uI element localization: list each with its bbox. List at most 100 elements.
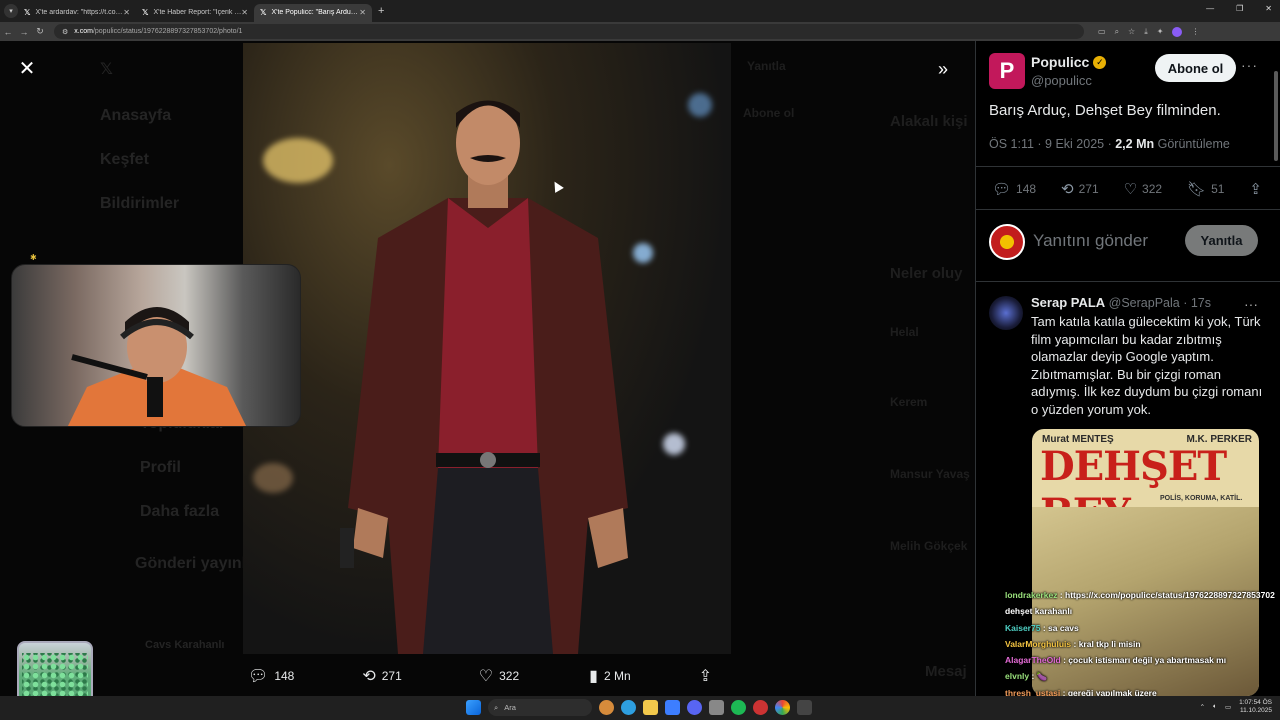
- views-chart-icon: ▮: [589, 668, 598, 685]
- close-icon[interactable]: ✕: [359, 8, 366, 17]
- photo-light: [688, 93, 712, 117]
- share-stat[interactable]: ⇪: [1249, 180, 1262, 198]
- comment-handle: @SerapPala · 17s: [1108, 296, 1211, 310]
- repost-action[interactable]: ⟲ 271: [362, 666, 401, 686]
- follow-button[interactable]: Abone ol: [1155, 54, 1236, 82]
- like-action[interactable]: ♡ 322: [479, 666, 519, 686]
- chat-message: elvnly : 🍆: [1005, 668, 1280, 684]
- verified-badge-icon: ✓: [1093, 55, 1107, 69]
- url-input[interactable]: ⚙ x.com/populicc/status/1976228897327853…: [54, 24, 1084, 39]
- scrollbar[interactable]: [1274, 71, 1278, 161]
- tray-chevron-icon[interactable]: ⌃: [1200, 703, 1205, 711]
- reload-icon[interactable]: ↻: [32, 26, 48, 37]
- bg-messages: Mesaj: [925, 663, 967, 680]
- comment-author[interactable]: Serap PALA: [1031, 295, 1105, 310]
- repost-stat[interactable]: ⟲ 271: [1061, 180, 1099, 198]
- discord-icon[interactable]: [687, 700, 702, 715]
- reply-input[interactable]: Yanıtını gönder: [1033, 231, 1148, 251]
- more-options-icon[interactable]: ···: [1244, 296, 1258, 312]
- chat-username[interactable]: londrakerkez: [1005, 590, 1057, 600]
- like-stat[interactable]: ♡ 322: [1124, 180, 1162, 198]
- app-icon[interactable]: [709, 700, 724, 715]
- bg-nav-more: Daha fazla: [140, 503, 220, 520]
- taskbar-search[interactable]: ⌕ Ara: [488, 699, 592, 716]
- new-tab-button[interactable]: +: [378, 5, 384, 17]
- share-action[interactable]: ⇪: [699, 666, 712, 686]
- restore-icon[interactable]: ❐: [1236, 4, 1243, 13]
- browser-tab-3[interactable]: 𝕏 X'te Populicc: "Barış Arduç, Deh... ✕: [254, 3, 372, 22]
- zoom-icon[interactable]: ⌕: [1115, 27, 1119, 37]
- chat-username[interactable]: elvnly: [1005, 671, 1029, 681]
- reply-stat[interactable]: 💬︎ 148: [992, 180, 1036, 198]
- tab-search-icon[interactable]: ▾: [4, 4, 18, 18]
- reply-button[interactable]: Yanıtla: [1185, 225, 1258, 256]
- close-window-icon[interactable]: ✕: [1265, 4, 1272, 13]
- repost-count: 271: [381, 669, 402, 683]
- menu-icon[interactable]: ⋮: [1191, 27, 1199, 36]
- bg-x-logo-icon: 𝕏: [100, 61, 113, 78]
- chat-username[interactable]: AlagarTheOld: [1005, 655, 1061, 665]
- spotify-icon[interactable]: [731, 700, 746, 715]
- bg-trend: Mansur Yavaş: [890, 467, 970, 481]
- tab-title: X'te ardardav: "https://t.co/CW...: [35, 9, 123, 16]
- views-count: 2 Mn: [603, 669, 631, 683]
- divider: [976, 209, 1280, 210]
- bg-nav-explore: Keşfet: [100, 151, 149, 168]
- post-photo[interactable]: [243, 43, 731, 654]
- minimize-icon[interactable]: —: [1206, 4, 1214, 13]
- repost-icon: ⟲: [362, 668, 376, 685]
- jar-widget: [17, 641, 93, 696]
- heart-icon: ♡: [478, 668, 494, 685]
- close-icon[interactable]: ✕: [123, 8, 130, 17]
- app-icon[interactable]: [599, 700, 614, 715]
- post-text: Barış Arduç, Dehşet Bey filminden.: [989, 102, 1221, 119]
- bg-follow-label: Abone ol: [743, 106, 795, 120]
- clock[interactable]: 1:07:54 ÖS 11.10.2025: [1239, 699, 1272, 715]
- chat-message: londrakerkez : https://x.com/populicc/st…: [1005, 587, 1280, 620]
- chat-message: Kaiser75 : sa cavs: [1005, 620, 1280, 636]
- views-action[interactable]: ▮ 2 Mn: [589, 666, 631, 686]
- bookmark-stat[interactable]: 🔖︎ 51: [1187, 180, 1224, 198]
- author-avatar[interactable]: P: [989, 53, 1025, 89]
- network-icon[interactable]: ▭: [1225, 703, 1231, 711]
- bg-reply-label: Yanıtla: [747, 59, 786, 73]
- bg-post-button: Gönderi yayınla: [135, 555, 256, 572]
- address-bar-row: ← → ↻ ⚙ x.com/populicc/status/1976228897…: [0, 22, 1280, 41]
- chat-username[interactable]: thresh_ustasi: [1005, 688, 1060, 696]
- profile-avatar[interactable]: [1172, 26, 1183, 37]
- site-info-icon[interactable]: ⚙: [62, 28, 68, 36]
- more-options-icon[interactable]: ···: [1241, 57, 1258, 73]
- windows-taskbar: ⌕ Ara ⌃ 🔈︎ ▭ 1:07:54 ÖS 11.10.2025: [0, 696, 1280, 720]
- star-icon[interactable]: ☆: [1128, 27, 1135, 36]
- expand-panel-icon[interactable]: »: [938, 59, 948, 80]
- windows-start-icon[interactable]: [466, 700, 481, 715]
- browser-tab-2[interactable]: 𝕏 X'te Haber Report: "İçerik üretic... ✕: [136, 4, 254, 22]
- app-icon[interactable]: [797, 700, 812, 715]
- download-icon[interactable]: ⤓: [1144, 27, 1148, 37]
- app-icon[interactable]: [665, 700, 680, 715]
- close-viewer-icon[interactable]: ✕: [17, 59, 37, 79]
- close-icon[interactable]: ✕: [241, 8, 248, 17]
- comment-avatar[interactable]: [989, 296, 1023, 330]
- app-icon[interactable]: [753, 700, 768, 715]
- extensions-icon[interactable]: ✦: [1157, 27, 1164, 36]
- browser-tab-1[interactable]: 𝕏 X'te ardardav: "https://t.co/CW... ✕: [18, 4, 136, 22]
- repost-icon: ⟲: [1061, 181, 1074, 198]
- author-name[interactable]: Populicc ✓: [1031, 54, 1107, 70]
- volume-icon[interactable]: 🔈︎: [1213, 703, 1217, 711]
- bg-nav-home: Anasayfa: [100, 107, 172, 124]
- reply-action[interactable]: 💬︎ 148: [248, 666, 294, 686]
- cast-icon[interactable]: ▭: [1098, 27, 1106, 36]
- user-avatar: [989, 224, 1025, 260]
- bg-nav-notifications: Bildirimler: [100, 195, 180, 212]
- back-icon[interactable]: ←: [0, 27, 16, 37]
- chat-username[interactable]: Kaiser75: [1005, 623, 1040, 633]
- chat-username[interactable]: ValarMorghuluis: [1005, 639, 1071, 649]
- folder-icon[interactable]: [643, 700, 658, 715]
- edge-icon[interactable]: [621, 700, 636, 715]
- forward-icon[interactable]: →: [16, 27, 32, 37]
- chrome-icon[interactable]: [775, 700, 790, 715]
- tab-title: X'te Haber Report: "İçerik üretic...: [153, 9, 241, 16]
- chat-message: AlagarTheOld : çocuk istismarı değil ya …: [1005, 652, 1280, 668]
- author-handle[interactable]: @populicc: [1031, 73, 1092, 88]
